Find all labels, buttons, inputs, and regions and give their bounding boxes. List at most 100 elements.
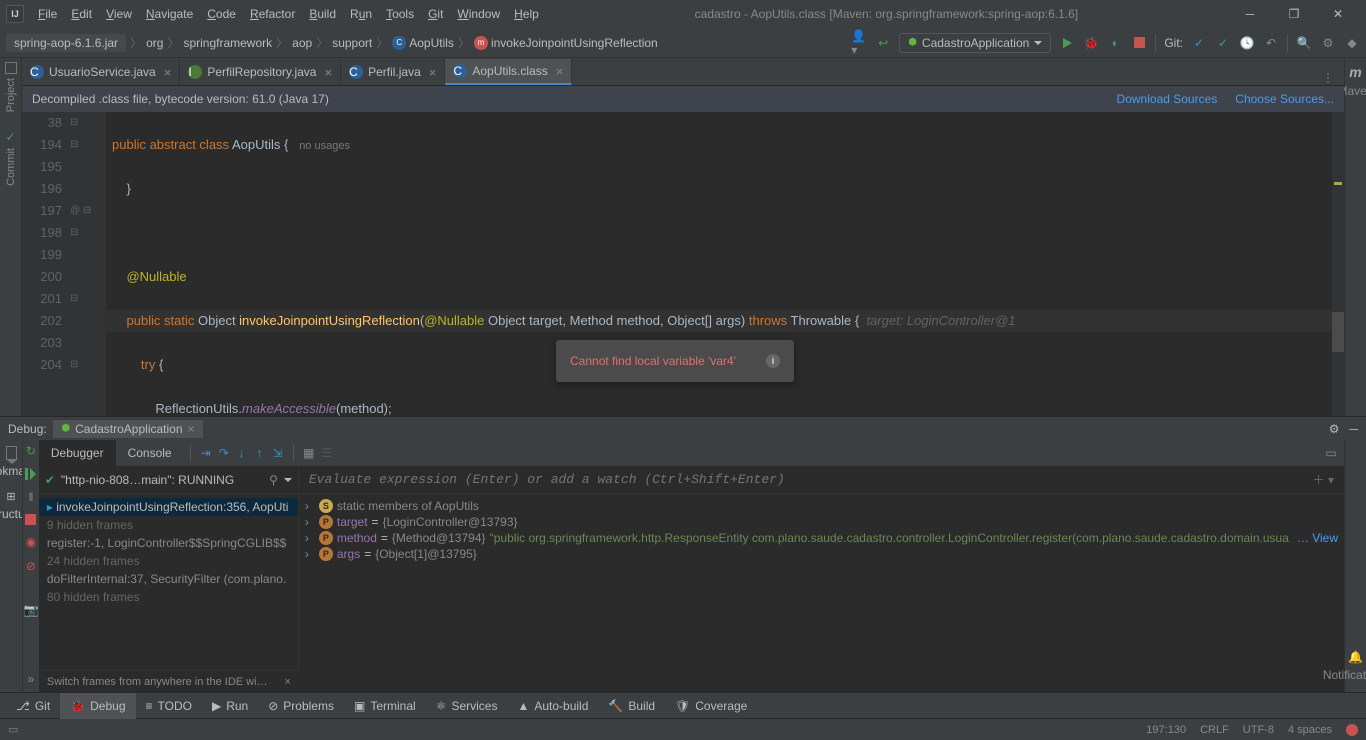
camera-icon[interactable]: 📷	[23, 603, 38, 617]
back-arrow-icon[interactable]: ↩	[875, 35, 891, 51]
thread-selector[interactable]: ✔ "http-nio-808…main": RUNNING ⚲	[39, 466, 299, 493]
debug-tool-tab[interactable]: 🐞Debug	[60, 693, 135, 719]
search-icon[interactable]: 🔍	[1296, 35, 1312, 51]
close-icon[interactable]: ×	[429, 65, 437, 80]
ide-settings-icon[interactable]: ◆	[1344, 35, 1360, 51]
caret-position[interactable]: 197:130	[1146, 724, 1186, 736]
debugger-tab[interactable]: Debugger	[39, 440, 116, 466]
minimize-panel-icon[interactable]: ─	[1349, 422, 1358, 436]
menu-run[interactable]: Run	[344, 4, 378, 24]
run-button[interactable]	[1059, 35, 1075, 51]
run-to-cursor-icon[interactable]: ⇲	[269, 444, 287, 462]
menu-tools[interactable]: Tools	[380, 4, 420, 24]
stop-debug-button[interactable]	[25, 514, 36, 525]
user-icon[interactable]: 👤▾	[851, 35, 867, 51]
git-history-icon[interactable]: 🕓	[1239, 35, 1255, 51]
git-update-icon[interactable]: ✓	[1191, 35, 1207, 51]
step-over-icon[interactable]: ↷	[215, 444, 233, 462]
git-commit-icon[interactable]: ✓	[1215, 35, 1231, 51]
debug-button[interactable]: 🐞	[1083, 35, 1099, 51]
variables-list[interactable]: ›Sstatic members of AopUtils ›Ptarget = …	[299, 494, 1344, 670]
menu-git[interactable]: Git	[422, 4, 449, 24]
hidden-frames[interactable]: 80 hidden frames	[39, 588, 298, 606]
variable-row[interactable]: ›Sstatic members of AopUtils	[299, 498, 1344, 514]
variable-row[interactable]: ›Pmethod = {Method@13794} "public org.sp…	[299, 530, 1344, 546]
status-icon[interactable]: ▭	[8, 723, 18, 736]
todo-tool-tab[interactable]: ≡TODO	[136, 693, 202, 719]
console-tab[interactable]: Console	[116, 440, 184, 466]
info-icon[interactable]: i	[766, 354, 780, 368]
maximize-button[interactable]: ❐	[1272, 0, 1316, 28]
download-sources-link[interactable]: Download Sources	[1117, 92, 1218, 106]
autobuild-tool-tab[interactable]: ▲Auto-build	[507, 693, 598, 719]
view-breakpoints-button[interactable]: ◉	[26, 535, 36, 549]
menu-window[interactable]: Window	[451, 4, 506, 24]
coverage-tool-tab[interactable]: 🛡Coverage	[665, 693, 757, 719]
close-icon[interactable]: ×	[284, 676, 290, 688]
git-rollback-icon[interactable]: ↶	[1263, 35, 1279, 51]
evaluate-input[interactable]	[299, 472, 1303, 487]
frames-list[interactable]: ▸ invokeJoinpointUsingReflection:356, Ao…	[39, 494, 299, 670]
line-separator[interactable]: CRLF	[1200, 724, 1229, 736]
editor-tab[interactable]: CAopUtils.class×	[445, 59, 572, 85]
menu-refactor[interactable]: Refactor	[244, 4, 301, 24]
editor-tab[interactable]: IPerfilRepository.java×	[180, 59, 341, 85]
rerun-button[interactable]: ↻	[26, 444, 36, 458]
git-tool-tab[interactable]: ⎇Git	[6, 693, 60, 719]
debug-session-tab[interactable]: ⬢ CadastroApplication ×	[53, 420, 202, 438]
stack-frame[interactable]: doFilterInternal:37, SecurityFilter (com…	[39, 570, 298, 588]
menu-help[interactable]: Help	[508, 4, 545, 24]
encoding[interactable]: UTF-8	[1243, 724, 1274, 736]
settings-icon[interactable]: ⚙	[1320, 35, 1336, 51]
menu-edit[interactable]: Edit	[65, 4, 98, 24]
tabs-more-icon[interactable]: ⋮	[1312, 71, 1344, 85]
stop-button[interactable]	[1131, 35, 1147, 51]
run-config-selector[interactable]: ⬢ CadastroApplication	[899, 33, 1051, 53]
filter-icon[interactable]: ⚲	[269, 473, 278, 487]
close-icon[interactable]: ×	[324, 65, 332, 80]
editor-tab[interactable]: CUsuarioService.java×	[22, 59, 180, 85]
resume-button[interactable]	[25, 468, 36, 480]
minimize-button[interactable]: ─	[1228, 0, 1272, 28]
editor-tab[interactable]: CPerfil.java×	[341, 59, 445, 85]
layout-icon[interactable]: ▭	[1326, 444, 1344, 462]
gear-icon[interactable]: ⚙	[1329, 422, 1340, 436]
choose-sources-link[interactable]: Choose Sources...	[1235, 92, 1334, 106]
close-icon[interactable]: ×	[556, 64, 564, 79]
show-exec-point-icon[interactable]: ⇥	[197, 444, 215, 462]
stack-frame[interactable]: ▸ invokeJoinpointUsingReflection:356, Ao…	[39, 498, 298, 516]
breadcrumb[interactable]: spring-aop-6.1.6.jar 〉org 〉springframewo…	[6, 34, 658, 52]
terminal-tool-tab[interactable]: ▣Terminal	[344, 693, 426, 719]
close-icon[interactable]: ×	[188, 422, 195, 436]
menu-navigate[interactable]: Navigate	[140, 4, 199, 24]
error-indicator-icon[interactable]	[1346, 724, 1358, 736]
services-tool-tab[interactable]: ⚛Services	[426, 693, 508, 719]
step-into-icon[interactable]: ↓	[233, 444, 251, 462]
more-icon[interactable]: ☰	[318, 444, 336, 462]
coverage-button[interactable]: ◐	[1107, 35, 1123, 51]
variable-row[interactable]: ›Ptarget = {LoginController@13793}	[299, 514, 1344, 530]
mute-breakpoints-button[interactable]: ⊘	[26, 559, 36, 573]
calculator-icon[interactable]: ▦	[300, 444, 318, 462]
editor-scrollbar[interactable]	[1332, 112, 1344, 416]
stack-frame[interactable]: register:-1, LoginController$$SpringCGLI…	[39, 534, 298, 552]
menu-code[interactable]: Code	[201, 4, 242, 24]
problems-tool-tab[interactable]: ⊘Problems	[258, 693, 344, 719]
code-editor[interactable]: 38194195196197198199200201202203204 ⊟⊟@ …	[22, 112, 1344, 416]
menu-file[interactable]: File	[32, 4, 63, 24]
breadcrumb-jar[interactable]: spring-aop-6.1.6.jar	[6, 34, 126, 52]
view-link[interactable]: … View	[1297, 531, 1338, 545]
hidden-frames[interactable]: 24 hidden frames	[39, 552, 298, 570]
step-out-icon[interactable]: ↑	[251, 444, 269, 462]
project-tool-button[interactable]: Project	[5, 62, 17, 112]
hidden-frames[interactable]: 9 hidden frames	[39, 516, 298, 534]
notifications-tool-button[interactable]: 🔔Notifications	[1323, 650, 1366, 682]
build-tool-tab[interactable]: 🔨Build	[598, 693, 665, 719]
pause-button[interactable]: ‖	[28, 490, 33, 504]
menu-view[interactable]: View	[100, 4, 138, 24]
indent[interactable]: 4 spaces	[1288, 724, 1332, 736]
add-watch-icon[interactable]: ＋ ▾	[1303, 471, 1344, 488]
close-button[interactable]: ✕	[1316, 0, 1360, 28]
expand-icon[interactable]: »	[28, 672, 35, 686]
variable-row[interactable]: ›Pargs = {Object[1]@13795}	[299, 546, 1344, 562]
